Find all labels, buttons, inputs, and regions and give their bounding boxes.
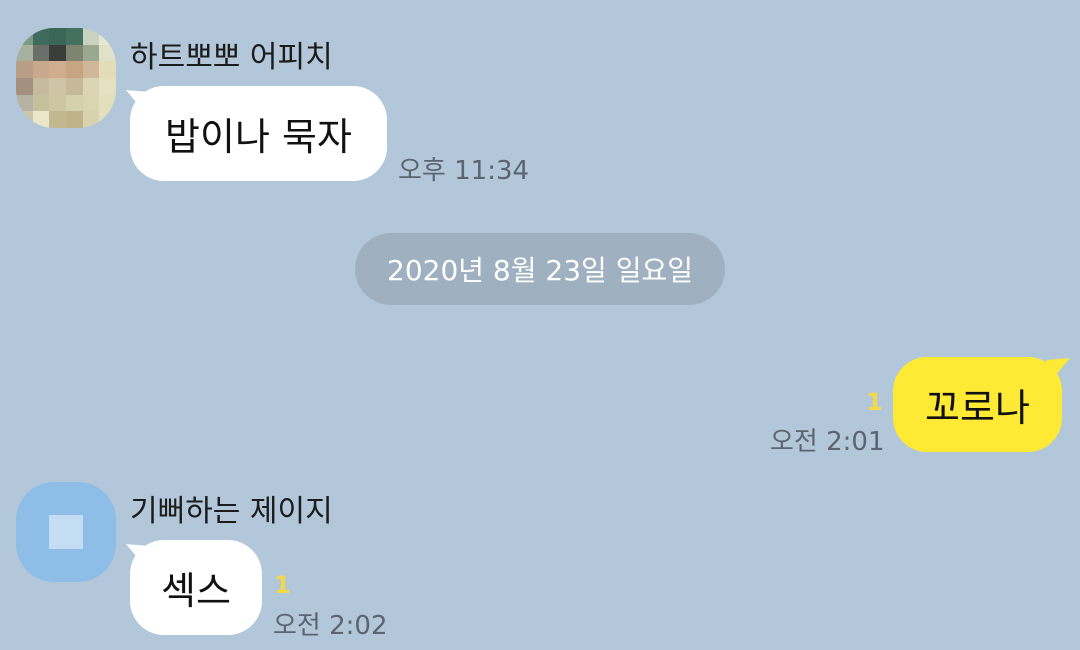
date-divider: 2020년 8월 23일 일요일 xyxy=(355,233,725,305)
message-bubble[interactable]: 밥이나 묵자 xyxy=(130,86,387,181)
message-bubble[interactable]: 섹스 xyxy=(130,540,262,635)
avatar[interactable] xyxy=(16,28,116,128)
pixelated-avatar-icon xyxy=(16,28,116,128)
sender-name: 기뻐하는 제이지 xyxy=(130,494,333,529)
default-profile-icon xyxy=(49,515,83,549)
message-timestamp: 오전 2:01 xyxy=(770,427,885,457)
message-timestamp: 오후 11:34 xyxy=(398,156,530,186)
avatar[interactable] xyxy=(16,482,116,582)
sender-name: 하트뽀뽀 어피치 xyxy=(130,40,333,75)
unread-count: 1 xyxy=(866,388,883,416)
unread-count: 1 xyxy=(274,571,291,599)
message-bubble[interactable]: 꼬로나 xyxy=(893,357,1062,452)
message-timestamp: 오전 2:02 xyxy=(273,611,388,641)
